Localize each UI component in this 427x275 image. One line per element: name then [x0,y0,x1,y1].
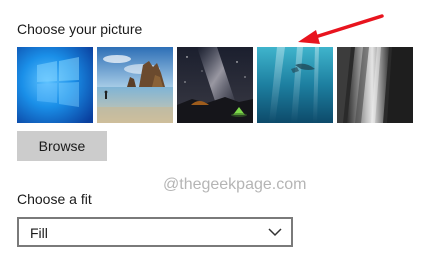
choose-fit-heading: Choose a fit [17,191,92,207]
watermark-text: @thegeekpage.com [163,176,307,193]
beach-rocks-image [97,47,173,123]
chevron-down-icon [268,228,282,237]
browse-button[interactable]: Browse [17,131,107,161]
fit-dropdown[interactable]: Fill [17,217,293,247]
thumbnail-underwater-wallpaper[interactable] [257,47,333,123]
rock-cliff-image [337,47,413,123]
milky-way-image [177,47,253,123]
thumbnail-beach-wallpaper[interactable] [97,47,173,123]
picture-thumbnails [17,47,414,123]
choose-picture-heading: Choose your picture [17,21,143,37]
windows-logo-image [17,47,93,123]
red-arrow-annotation [298,14,384,44]
thumbnail-windows-wallpaper[interactable] [17,47,93,123]
thumbnail-night-sky-wallpaper[interactable] [177,47,253,123]
underwater-swimmer-image [257,47,333,123]
personalization-background-page: Choose your picture Browse @thegeekpage.… [0,0,427,275]
fit-selected-value: Fill [30,225,48,241]
thumbnail-rock-cliff-wallpaper[interactable] [337,47,413,123]
